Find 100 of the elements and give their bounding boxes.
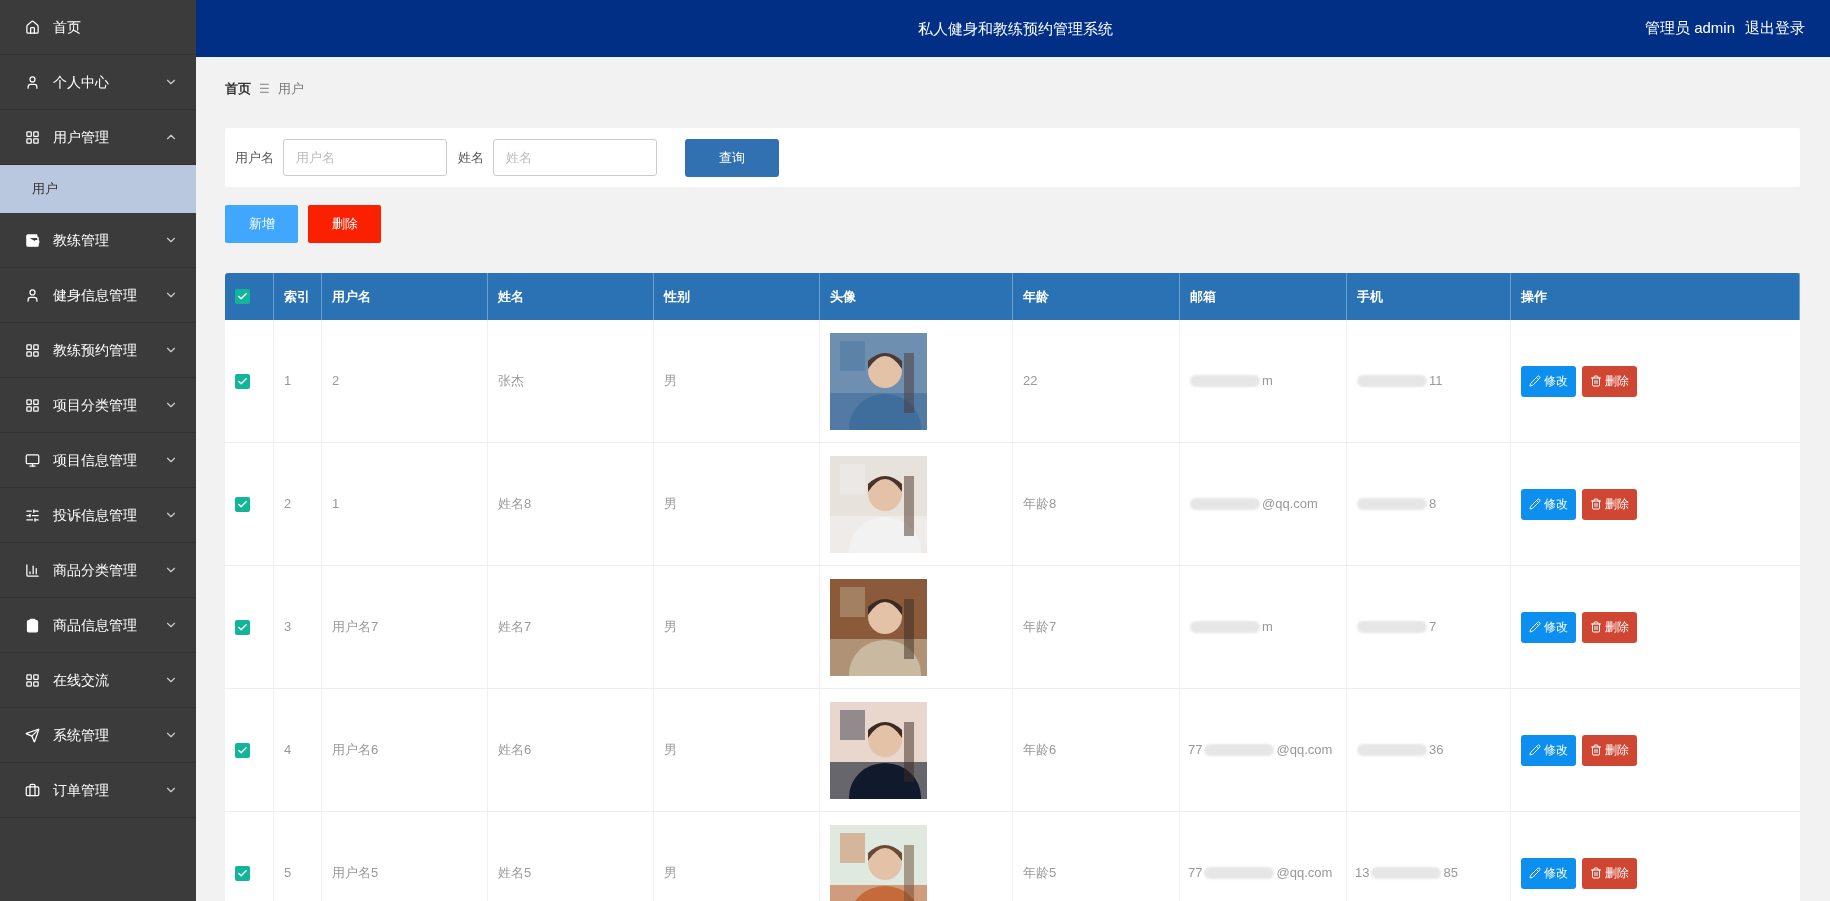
trash-icon [1590, 867, 1602, 879]
column-header: 操作 [1511, 273, 1800, 320]
check-icon [237, 498, 248, 510]
checkbox[interactable] [235, 742, 250, 758]
trash-icon [1590, 744, 1602, 756]
table-cell-text: 年龄6 [1023, 741, 1057, 760]
table-cell-text: 用户名5 [332, 864, 379, 883]
table-cell-text: 用户名7 [332, 618, 379, 637]
breadcrumb-item: 用户 [278, 80, 304, 99]
sidebar-item[interactable]: 健身信息管理 [0, 268, 196, 323]
grid-icon [25, 129, 40, 145]
table-cell-text: 姓名7 [498, 618, 532, 637]
sidebar-item[interactable]: 投诉信息管理 [0, 488, 196, 543]
monitor-icon [25, 452, 40, 468]
table-cell-text: 张杰 [498, 372, 524, 391]
sidebar-item[interactable]: 在线交流 [0, 653, 196, 708]
pencil-icon [1529, 867, 1541, 879]
checkbox[interactable] [235, 496, 250, 512]
table-cell-text: 姓名6 [498, 741, 532, 760]
checkbox[interactable] [235, 373, 250, 389]
search-button[interactable]: 查询 [685, 138, 779, 177]
field-label: 用户名 [235, 148, 274, 167]
table-cell-text: 年龄5 [1023, 864, 1057, 883]
phone-fragment: 7 [1429, 618, 1437, 637]
user-icon [25, 74, 40, 90]
delete-button[interactable]: 删除 [308, 205, 381, 243]
table-cell-text: 男 [664, 495, 677, 514]
email-fragment: @qq.com [1276, 741, 1333, 760]
checkbox[interactable] [235, 865, 250, 881]
grid-icon [25, 672, 40, 688]
email-fragment: 77 [1188, 864, 1203, 883]
pencil-icon [1529, 375, 1541, 387]
breadcrumb-item[interactable]: 首页 [225, 79, 251, 99]
sidebar-item[interactable]: 项目分类管理 [0, 378, 196, 433]
email-fragment: @qq.com [1276, 864, 1333, 883]
table-cell-text: 年龄8 [1023, 495, 1057, 514]
sidebar-item[interactable]: 商品分类管理 [0, 543, 196, 598]
pencil-icon [1529, 621, 1541, 633]
wallet-icon [25, 232, 40, 248]
table-cell-text: 22 [1023, 372, 1038, 391]
redaction-smudge [1204, 867, 1275, 879]
table-cell-text: 男 [664, 618, 677, 637]
checkbox[interactable] [235, 289, 250, 304]
delete-button[interactable]: 删除 [1582, 857, 1637, 889]
sidebar-item[interactable]: 商品信息管理 [0, 598, 196, 653]
sliders-icon [25, 507, 40, 523]
redaction-smudge [1371, 867, 1442, 879]
email-fragment: m [1262, 372, 1273, 391]
logout-link[interactable]: 退出登录 [1745, 17, 1805, 40]
sidebar-item[interactable]: 教练管理 [0, 213, 196, 268]
phone-fragment: 13 [1355, 864, 1370, 883]
check-icon [237, 744, 248, 756]
field-label: 姓名 [458, 148, 484, 167]
redaction-smudge [1357, 621, 1427, 633]
breadcrumb-separator: ☰ [259, 81, 270, 98]
user-icon [25, 287, 40, 303]
table-cell-text: 男 [664, 864, 677, 883]
search-field[interactable]: 用户名 [283, 139, 447, 176]
delete-button[interactable]: 删除 [1582, 734, 1637, 766]
check-icon [237, 867, 248, 879]
paper-plane-icon [25, 727, 40, 743]
sidebar-subitem[interactable]: 用户 [0, 165, 196, 213]
phone-fragment: 85 [1443, 864, 1458, 883]
email-fragment: 77 [1188, 741, 1203, 760]
delete-button[interactable]: 删除 [1582, 611, 1637, 643]
table-cell-text: 用户名6 [332, 741, 379, 760]
sidebar-item[interactable]: 个人中心 [0, 55, 196, 110]
search-field[interactable]: 姓名 [493, 139, 657, 176]
system-title: 私人健身和教练预约管理系统 [918, 19, 1113, 39]
table-cell-text: 男 [664, 372, 677, 391]
grid-icon [25, 397, 40, 413]
phone-fragment: 8 [1429, 495, 1437, 514]
home-icon [25, 19, 40, 35]
sidebar-item[interactable]: 系统管理 [0, 708, 196, 763]
checkbox[interactable] [235, 619, 250, 635]
check-icon [237, 375, 248, 387]
phone-fragment: 11 [1429, 372, 1443, 391]
table-cell-text: 年龄7 [1023, 618, 1057, 637]
sidebar-item[interactable]: 项目信息管理 [0, 433, 196, 488]
redaction-smudge [1357, 375, 1427, 387]
pencil-icon [1529, 744, 1541, 756]
column-header: 索引 [274, 273, 322, 320]
table-cell-text: 2 [284, 495, 292, 514]
table-cell-text: 姓名8 [498, 495, 532, 514]
grid-icon [25, 342, 40, 358]
column-header: 头像 [820, 273, 1013, 320]
delete-button[interactable]: 删除 [1582, 365, 1637, 397]
delete-button[interactable]: 删除 [1582, 488, 1637, 520]
table-cell-text: 1 [332, 495, 340, 514]
sidebar-item[interactable]: 教练预约管理 [0, 323, 196, 378]
redaction-smudge [1357, 744, 1427, 756]
briefcase-icon [25, 782, 40, 798]
redaction-smudge [1190, 498, 1260, 510]
table-cell-text: 姓名5 [498, 864, 532, 883]
column-header: 年龄 [1013, 273, 1180, 320]
redaction-smudge [1204, 744, 1275, 756]
sidebar-item[interactable]: 订单管理 [0, 763, 196, 818]
column-header: 邮箱 [1180, 273, 1347, 320]
column-header: 性别 [654, 273, 820, 320]
trash-icon [1590, 621, 1602, 633]
